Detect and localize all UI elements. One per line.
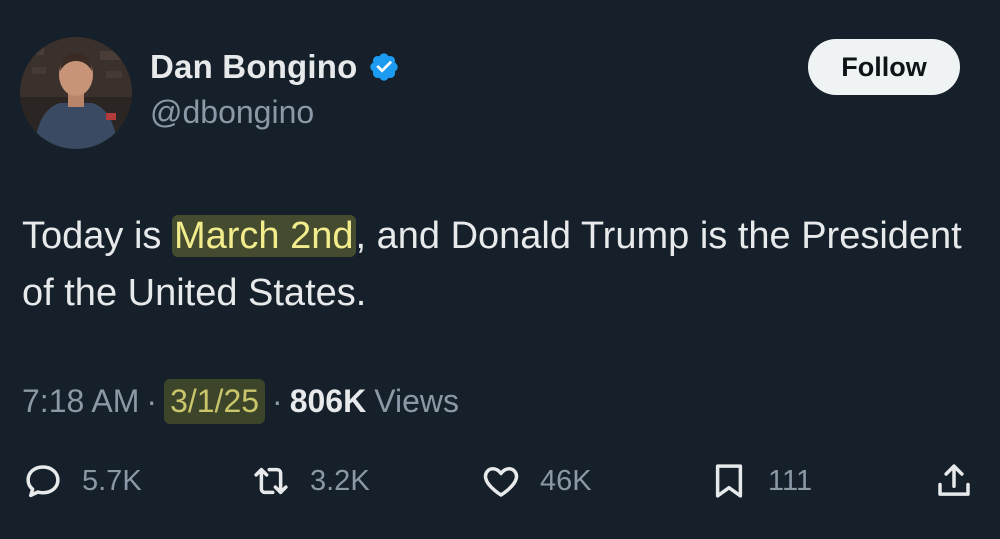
tweet-meta: 7:18 AM · 3/1/25 · 806K Views	[22, 377, 459, 425]
reply-button[interactable]: 5.7K	[22, 456, 142, 506]
follow-button[interactable]: Follow	[808, 39, 960, 95]
share-button[interactable]	[933, 456, 975, 506]
tweet-highlighted-date: March 2nd	[171, 215, 356, 257]
author-handle[interactable]: @dbongino	[150, 94, 314, 131]
share-icon	[933, 460, 975, 502]
tweet-date[interactable]: 3/1/25	[164, 378, 266, 424]
tweet-text-before: Today is	[22, 215, 172, 257]
reply-icon	[22, 460, 64, 502]
reply-count: 5.7K	[82, 464, 142, 497]
like-count: 46K	[540, 464, 592, 497]
author-name-row: Dan Bongino	[150, 44, 400, 90]
views-label[interactable]: Views	[374, 383, 459, 420]
repost-icon	[250, 460, 292, 502]
meta-separator: ·	[146, 382, 158, 419]
author-name[interactable]: Dan Bongino	[150, 48, 358, 86]
heart-icon	[480, 460, 522, 502]
bookmark-button[interactable]: 111	[708, 456, 812, 506]
verified-badge-icon[interactable]	[368, 51, 400, 83]
like-button[interactable]: 46K	[480, 456, 592, 506]
repost-button[interactable]: 3.2K	[250, 456, 370, 506]
avatar[interactable]	[20, 37, 132, 149]
bookmark-count: 111	[768, 464, 813, 497]
views-count[interactable]: 806K	[290, 383, 367, 420]
avatar-photo	[20, 37, 132, 149]
tweet-text: Today is March 2nd, and Donald Trump is …	[22, 208, 962, 322]
bookmark-icon	[708, 460, 750, 502]
repost-count: 3.2K	[310, 464, 370, 497]
tweet-time[interactable]: 7:18 AM	[22, 383, 139, 420]
meta-separator: ·	[272, 382, 283, 419]
